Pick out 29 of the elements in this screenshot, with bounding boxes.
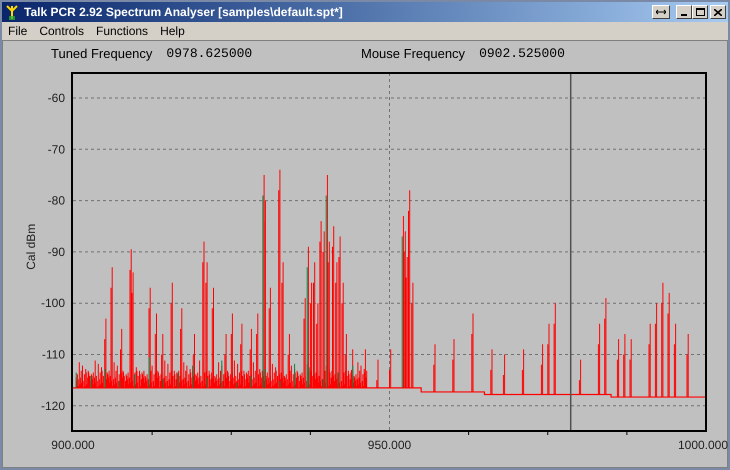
x-tick-label: 950.000 [368,438,412,452]
close-icon [714,8,722,16]
minimize-button[interactable] [676,5,692,19]
readout-label: Tuned Frequency [51,45,152,64]
y-tick-label: -100 [40,296,65,310]
readout-label: Mouse Frequency [361,45,466,64]
x-tick-label: 1000.000 [678,438,728,452]
minimize-icon [681,14,687,16]
menu-item[interactable]: Help [156,22,189,40]
resize-button[interactable] [652,5,670,19]
y-tick-label: -120 [40,398,65,413]
y-tick-label: -60 [48,91,65,105]
double-arrow-icon [656,9,666,15]
menu-item[interactable]: Functions [92,22,152,40]
y-tick-label: -80 [48,194,65,208]
menu-item[interactable]: Controls [35,22,88,40]
close-button[interactable] [710,5,726,19]
menu-item[interactable]: File [4,22,32,40]
antenna-icon [4,4,20,20]
y-axis-label: Cal dBm [24,224,38,270]
maximize-icon [696,8,704,16]
y-tick-label: -70 [48,142,65,156]
y-tick-label: -90 [48,244,65,259]
readout-value: 0902.525000 [479,45,565,64]
window-title: Talk PCR 2.92 Spectrum Analyser [samples\default.spt*] [24,4,343,21]
readout-value: 0978.625000 [166,45,252,64]
y-tick-label: -110 [42,348,65,362]
x-tick-label: 900.000 [51,438,95,452]
maximize-button[interactable] [692,5,708,19]
